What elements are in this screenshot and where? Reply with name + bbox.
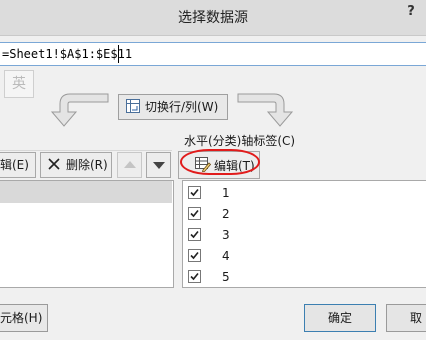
- checkbox[interactable]: [188, 207, 201, 220]
- text-caret: [118, 45, 119, 63]
- divider: [0, 150, 172, 151]
- axis-labels-heading: 水平(分类)轴标签(C): [184, 134, 296, 148]
- dialog-title: 选择数据源: [178, 10, 248, 26]
- arrow-right-icon: [237, 93, 294, 127]
- ok-label: 确定: [327, 311, 352, 325]
- list-item-label: 2: [222, 207, 230, 221]
- checkbox[interactable]: [188, 249, 201, 262]
- list-item-label: 1: [222, 186, 230, 200]
- triangle-up-icon: [124, 161, 136, 168]
- checkbox[interactable]: [188, 270, 201, 283]
- selected-series-row[interactable]: [0, 181, 172, 203]
- list-item-label: 4: [222, 249, 230, 263]
- switch-row-column-icon: [126, 99, 140, 113]
- list-item-label: 5: [222, 270, 230, 284]
- red-highlight-ellipse: [180, 149, 260, 175]
- list-item[interactable]: 5: [186, 267, 306, 287]
- ime-mode-button[interactable]: 英: [4, 70, 34, 98]
- checkbox[interactable]: [188, 186, 201, 199]
- checkbox[interactable]: [188, 228, 201, 241]
- list-item[interactable]: 4: [186, 246, 306, 266]
- hidden-empty-cells-label: 元格(H): [0, 311, 43, 325]
- list-item[interactable]: 3: [186, 225, 306, 245]
- help-button[interactable]: ?: [404, 4, 418, 22]
- cancel-label: 取: [410, 311, 423, 325]
- chart-data-range-value: =Sheet1!$A$1:$E$11: [2, 47, 133, 61]
- switch-row-column-label: 切换行/列(W): [145, 100, 219, 114]
- delete-x-icon: [48, 158, 60, 170]
- arrow-left-icon: [50, 93, 109, 127]
- triangle-down-icon: [153, 162, 165, 169]
- list-item-label: 3: [222, 228, 230, 242]
- list-item[interactable]: 2: [186, 204, 306, 224]
- delete-series-label: 删除(R): [66, 158, 108, 172]
- list-item[interactable]: 1: [186, 183, 306, 203]
- edit-series-label: 辑(E): [0, 158, 29, 172]
